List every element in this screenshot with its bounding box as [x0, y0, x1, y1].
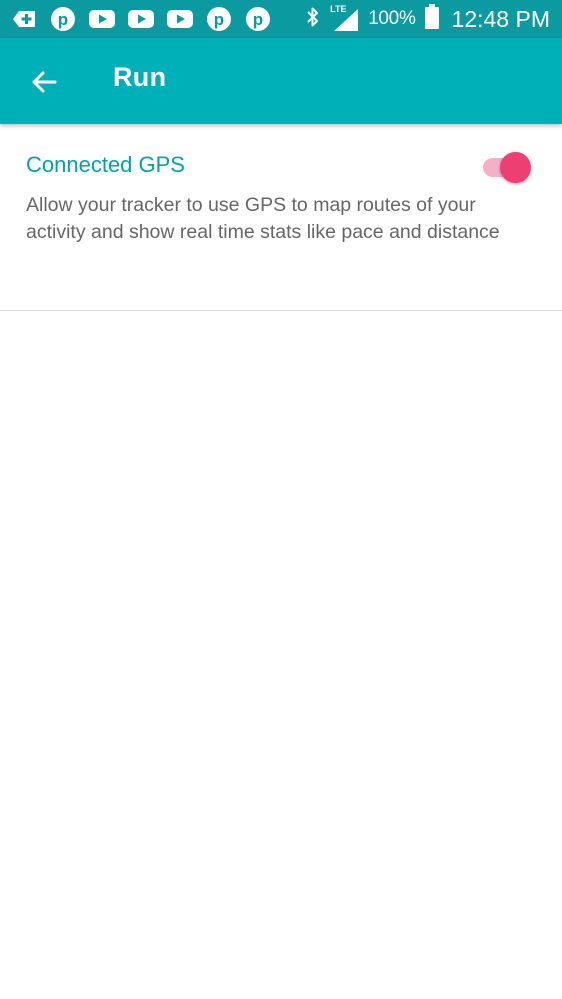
setting-description: Allow your tracker to use GPS to map rou… — [26, 194, 500, 243]
notification-icons: p p p — [10, 5, 272, 33]
bluetooth-icon — [304, 5, 322, 34]
pinterest-icon: p — [49, 5, 77, 33]
connected-gps-toggle[interactable] — [481, 152, 533, 183]
pinterest-icon: p — [244, 5, 272, 33]
back-button[interactable] — [28, 66, 60, 98]
clock: 12:48 PM — [451, 5, 550, 32]
signal-icon: LTE — [330, 4, 360, 33]
page-title: Run — [113, 62, 167, 92]
network-type-label: LTE — [330, 4, 347, 14]
battery-icon — [424, 3, 440, 35]
app-bar: Run — [0, 38, 562, 124]
pinterest-icon: p — [205, 5, 233, 33]
toggle-thumb — [500, 152, 531, 183]
youtube-icon — [166, 5, 194, 33]
youtube-icon — [127, 5, 155, 33]
svg-text:p: p — [253, 10, 263, 29]
battery-percent: 100% — [368, 8, 416, 29]
svg-text:p: p — [214, 10, 224, 29]
arrow-left-icon — [32, 71, 57, 93]
setting-title: Connected GPS — [26, 152, 185, 177]
svg-text:p: p — [58, 10, 68, 29]
connected-gps-setting: Connected GPS Allow your tracker to use … — [0, 124, 562, 311]
system-indicators: LTE 100% 12:48 PM — [304, 3, 550, 35]
youtube-icon — [88, 5, 116, 33]
plus-icon — [10, 5, 38, 33]
status-bar: p p p LTE 100% 12:48 PM — [0, 0, 562, 38]
